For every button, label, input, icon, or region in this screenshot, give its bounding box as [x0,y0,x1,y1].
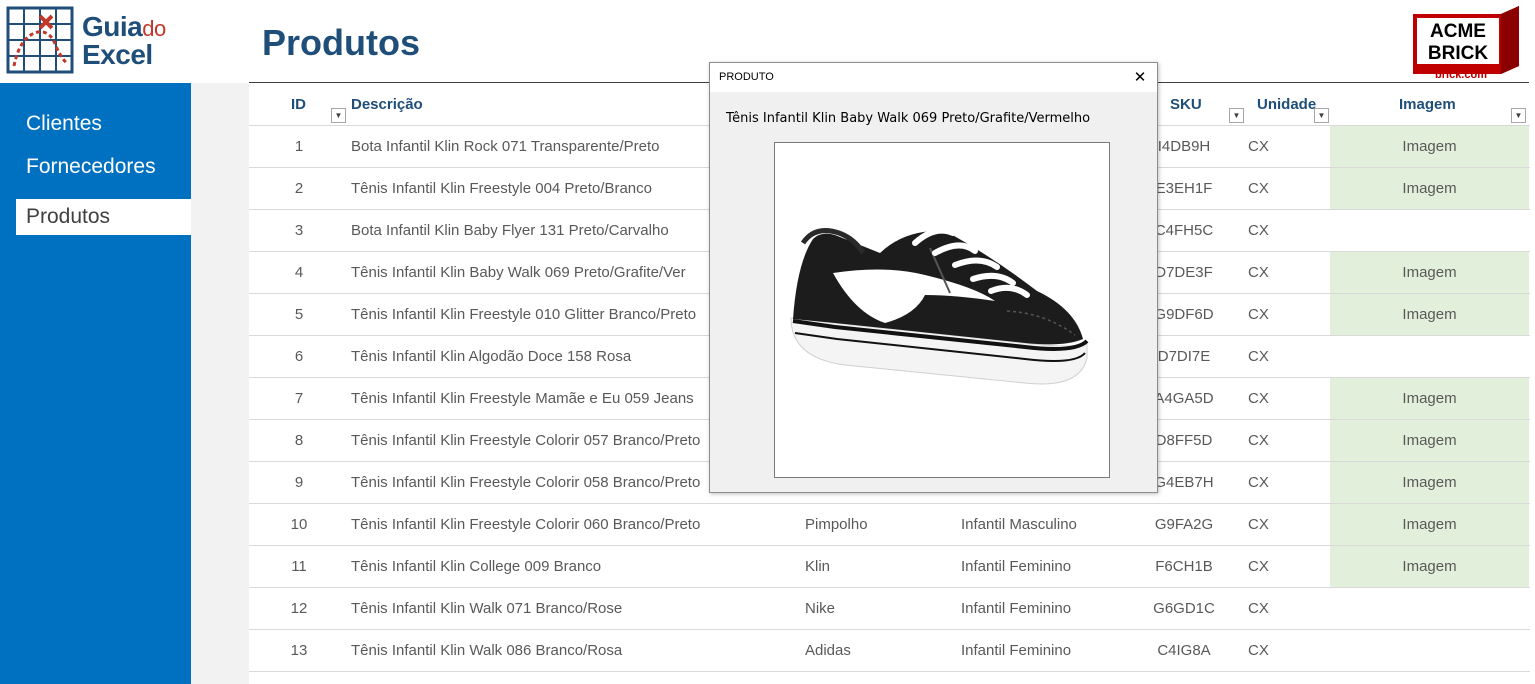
cell-id: 9 [294,474,304,491]
cell-id: 7 [294,390,304,407]
dialog-product-name: Tênis Infantil Klin Baby Walk 069 Preto/… [726,111,1091,126]
cell-imagem[interactable]: Imagem [1330,420,1529,461]
cell-sku: G6GD1C [1153,600,1215,617]
cell-categoria: Infantil Feminino [961,600,1072,617]
header-id: ID [291,96,306,113]
close-icon[interactable]: ✕ [1129,67,1151,87]
logo-word-do: do [142,16,166,41]
cell-unidade: CX [1248,432,1269,449]
cell-imagem[interactable]: Imagem [1330,462,1529,503]
cell-id: 1 [294,138,304,155]
cell-unidade: CX [1248,516,1269,533]
cell-sku: G9FA2G [1154,516,1214,533]
sidebar-item-clientes[interactable]: Clientes [16,106,191,142]
sneaker-icon [790,211,1089,385]
cell-unidade: CX [1248,642,1269,659]
filter-dropdown-unidade-icon[interactable]: ▼ [1314,108,1329,123]
logo-text: Guiado Excel [82,11,166,70]
header-unidade: Unidade [1257,96,1317,113]
acme-line1: ACME [1430,21,1486,42]
acme-line3: brick.com [1435,69,1487,80]
sidebar-item-produtos[interactable]: Produtos [16,199,191,235]
cell-unidade: CX [1248,390,1269,407]
filter-dropdown-imagem-icon[interactable]: ▼ [1511,108,1526,123]
cell-imagem[interactable]: Imagem [1330,252,1529,293]
cell-id: 13 [290,642,308,659]
cell-unidade: CX [1248,138,1269,155]
cell-marca: Klin [805,558,831,575]
page-title: Produtos [262,22,420,63]
dialog-title: PRODUTO [719,71,774,83]
cell-marca: Nike [805,600,836,617]
filter-dropdown-sku-icon[interactable]: ▼ [1229,108,1244,123]
cell-imagem[interactable]: Imagem [1330,294,1529,335]
sidebar: Clientes Fornecedores Produtos [0,83,191,684]
cell-sku: C4IG8A [1157,642,1211,659]
logo-word-guia: Guia [82,11,143,42]
cell-marca: Adidas [805,642,851,659]
cell-unidade: CX [1248,558,1269,575]
product-dialog: PRODUTO ✕ Tênis Infantil Klin Baby Walk … [709,62,1158,493]
header-descricao: Descrição [351,96,423,113]
cell-descricao: Tênis Infantil Klin College 009 Branco [351,558,602,575]
cell-imagem[interactable]: Imagem [1330,378,1529,419]
header-imagem: Imagem [1399,96,1456,113]
dialog-titlebar[interactable]: PRODUTO ✕ [710,63,1157,92]
header-sku: SKU [1170,96,1202,113]
cell-id: 11 [291,558,307,575]
cell-id: 12 [290,600,308,617]
cell-imagem[interactable]: Imagem [1330,504,1529,545]
cell-descricao: Tênis Infantil Klin Walk 071 Branco/Rose [351,600,623,617]
cell-unidade: CX [1248,180,1269,197]
cell-categoria: Infantil Feminino [961,558,1072,575]
cell-marca: Pimpolho [805,516,868,533]
table-row[interactable]: 10 Tênis Infantil Klin Freestyle Colorir … [249,504,1530,546]
table-row[interactable]: 12 Tênis Infantil Klin Walk 071 Branco/Ro… [249,588,1530,630]
cell-unidade: CX [1248,264,1269,281]
cell-imagem[interactable]: Imagem [1330,168,1529,209]
cell-imagem[interactable]: Imagem [1330,546,1529,587]
sidebar-item-fornecedores[interactable]: Fornecedores [16,149,191,185]
sheet-gutter [191,83,249,684]
cell-unidade: CX [1248,306,1269,323]
cell-imagem [1330,588,1529,629]
product-image [774,142,1110,478]
cell-descricao: Tênis Infantil Klin Walk 086 Branco/Rosa [351,642,623,659]
cell-id: 4 [294,264,304,281]
acme-brick-logo: ACME BRICK brick.com [1411,6,1523,81]
logo-word-excel: Excel [82,39,153,70]
cell-imagem [1330,336,1529,377]
cell-categoria: Infantil Feminino [961,642,1072,659]
cell-imagem [1330,630,1529,671]
cell-sku: F6CH1B [1155,558,1213,575]
table-row[interactable]: 11 Tênis Infantil Klin College 009 Branco… [249,546,1530,588]
cell-id: 3 [294,222,304,239]
cell-imagem[interactable]: Imagem [1330,126,1529,167]
acme-line2: BRICK [1428,43,1488,64]
spreadsheet-logo-icon [6,6,74,74]
filter-dropdown-id-icon[interactable]: ▼ [331,108,346,123]
cell-id: 10 [290,516,308,533]
cell-descricao: Tênis Infantil Klin Freestyle Colorir 06… [351,516,701,533]
cell-categoria: Infantil Masculino [961,516,1077,533]
cell-imagem [1330,210,1529,251]
cell-unidade: CX [1248,600,1269,617]
cell-unidade: CX [1248,474,1269,491]
cell-id: 5 [294,306,304,323]
guia-do-excel-logo: Guiado Excel [6,6,190,76]
cell-id: 2 [294,180,304,197]
table-row[interactable]: 13 Tênis Infantil Klin Walk 086 Branco/Ro… [249,630,1530,672]
cell-id: 8 [294,432,304,449]
cell-unidade: CX [1248,348,1269,365]
cell-id: 6 [294,348,304,365]
cell-unidade: CX [1248,222,1269,239]
